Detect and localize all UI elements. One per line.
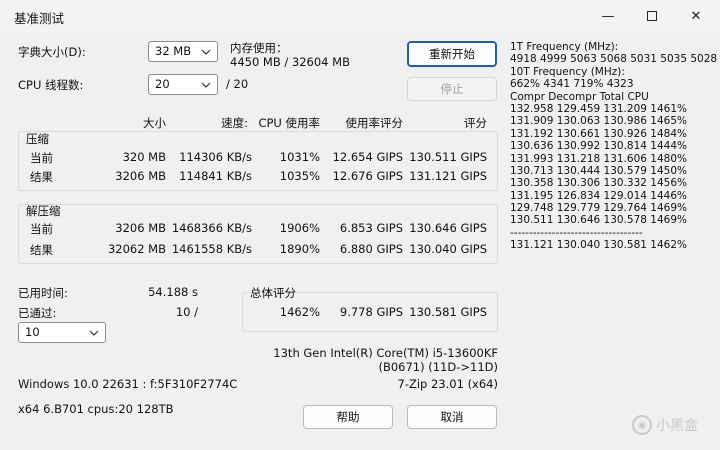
passed-value: 10 / bbox=[175, 305, 198, 319]
memory-usage-label: 内存使用： bbox=[230, 41, 288, 55]
threads-select[interactable]: 20 bbox=[148, 74, 218, 95]
header-speed: 速度: bbox=[221, 116, 248, 130]
row-label: 当前 bbox=[30, 222, 53, 236]
compress-title: 压缩 bbox=[26, 132, 49, 146]
watermark-text: 小黑盒 bbox=[656, 418, 698, 434]
log-line: ----------------------------------- bbox=[510, 226, 643, 239]
usage-value: 12.676 GIPS bbox=[332, 169, 403, 183]
maximize-icon bbox=[647, 11, 657, 21]
log-line: 132.958 129.459 131.209 1461% bbox=[510, 102, 687, 115]
log-line: 131.993 131.218 131.606 1480% bbox=[510, 152, 687, 165]
cpu-value: 1035% bbox=[279, 169, 320, 183]
close-icon: ✕ bbox=[690, 8, 702, 24]
speed-value: 114306 KB/s bbox=[179, 150, 252, 164]
log-line: 131.195 126.834 129.014 1446% bbox=[510, 189, 687, 202]
row-label: 结果 bbox=[30, 170, 53, 184]
header-rating: 评分 bbox=[464, 116, 487, 130]
log-line: Compr Decompr Total CPU bbox=[510, 90, 649, 103]
rating-value: 131.121 GIPS bbox=[409, 169, 487, 183]
frequency-log: 1T Frequency (MHz): 4918 4999 5063 5068 … bbox=[510, 41, 718, 252]
title-bar: 基准测试 — ✕ bbox=[0, 0, 720, 32]
cancel-button[interactable]: 取消 bbox=[407, 405, 497, 429]
log-line: 129.748 129.779 129.764 1469% bbox=[510, 202, 687, 215]
cpu-value: 1031% bbox=[279, 150, 320, 164]
size-value: 320 MB bbox=[122, 150, 166, 164]
cpu-value: 1906% bbox=[279, 221, 320, 235]
speed-value: 1468366 KB/s bbox=[171, 221, 252, 235]
log-line: 662% 4341 719% 4323 bbox=[510, 78, 634, 91]
chevron-down-icon bbox=[201, 82, 211, 88]
size-value: 32062 MB bbox=[107, 242, 166, 256]
total-rating-value: 130.581 GIPS bbox=[409, 305, 487, 319]
dict-size-value: 32 MB bbox=[155, 44, 192, 58]
decompress-title: 解压缩 bbox=[26, 204, 61, 218]
elapsed-label: 已用时间: bbox=[18, 286, 68, 300]
chevron-down-icon bbox=[201, 49, 211, 55]
passes-select[interactable]: 10 bbox=[18, 322, 106, 343]
row-label: 结果 bbox=[30, 243, 53, 257]
log-line: 4918 4999 5063 5068 5031 5035 5028 bbox=[510, 53, 718, 66]
chevron-down-icon bbox=[89, 330, 99, 336]
cpu-id: (B0671) (11D->11D) bbox=[378, 360, 498, 374]
header-size: 大小 bbox=[143, 116, 166, 130]
speed-value: 114841 KB/s bbox=[179, 169, 252, 183]
total-rating-title: 总体评分 bbox=[250, 286, 296, 300]
maximize-button[interactable] bbox=[630, 0, 674, 32]
header-cpu-usage: CPU 使用率 bbox=[258, 116, 320, 130]
cpu-value: 1890% bbox=[279, 242, 320, 256]
help-button[interactable]: 帮助 bbox=[303, 405, 393, 429]
cpu-name: 13th Gen Intel(R) Core(TM) i5-13600KF bbox=[273, 346, 498, 360]
row-label: 当前 bbox=[30, 151, 53, 165]
size-value: 3206 MB bbox=[115, 169, 166, 183]
log-line: 130.636 130.992 130.814 1444% bbox=[510, 140, 687, 153]
total-usage-value: 9.778 GIPS bbox=[339, 305, 403, 319]
os-info: Windows 10.0 22631 : f:5F310F2774C bbox=[18, 377, 238, 391]
usage-value: 6.853 GIPS bbox=[339, 221, 403, 235]
size-value: 3206 MB bbox=[115, 221, 166, 235]
version-info: 7-Zip 23.01 (x64) bbox=[397, 377, 499, 391]
threads-value: 20 bbox=[155, 77, 170, 91]
log-line: 131.909 130.063 130.986 1465% bbox=[510, 115, 687, 128]
elapsed-value: 54.188 s bbox=[148, 285, 198, 299]
rating-value: 130.646 GIPS bbox=[409, 221, 487, 235]
dict-size-label: 字典大小(D): bbox=[18, 45, 86, 59]
log-line: 1T Frequency (MHz): bbox=[510, 41, 619, 53]
threads-label: CPU 线程数: bbox=[18, 78, 84, 92]
watermark: ◉ 小黑盒 bbox=[632, 415, 698, 435]
window-title: 基准测试 bbox=[14, 11, 65, 26]
header-usage-rating: 使用率评分 bbox=[345, 116, 404, 130]
log-line: 130.358 130.306 130.332 1456% bbox=[510, 177, 687, 190]
log-line: 130.511 130.646 130.578 1469% bbox=[510, 214, 687, 227]
rating-value: 130.040 GIPS bbox=[409, 242, 487, 256]
stop-button[interactable]: 停止 bbox=[407, 77, 497, 101]
rating-value: 130.511 GIPS bbox=[409, 150, 487, 164]
passed-label: 已通过: bbox=[18, 306, 57, 320]
usage-value: 6.880 GIPS bbox=[339, 242, 403, 256]
minimize-button[interactable]: — bbox=[586, 0, 630, 32]
log-line: 10T Frequency (MHz): bbox=[510, 65, 625, 78]
watermark-logo-icon: ◉ bbox=[632, 415, 652, 435]
minimize-icon: — bbox=[601, 8, 615, 24]
close-button[interactable]: ✕ bbox=[674, 0, 718, 32]
arch-info: x64 6.B701 cpus:20 128TB bbox=[18, 402, 174, 416]
total-cpu-value: 1462% bbox=[279, 305, 320, 319]
threads-total: / 20 bbox=[226, 77, 249, 91]
usage-value: 12.654 GIPS bbox=[332, 150, 403, 164]
log-line: 130.713 130.444 130.579 1450% bbox=[510, 164, 687, 177]
log-line: 131.192 130.661 130.926 1484% bbox=[510, 127, 687, 140]
log-line: 131.121 130.040 130.581 1462% bbox=[510, 239, 687, 252]
memory-usage-value: 4450 MB / 32604 MB bbox=[230, 55, 350, 69]
restart-button[interactable]: 重新开始 bbox=[407, 41, 497, 67]
dict-size-select[interactable]: 32 MB bbox=[148, 41, 218, 62]
speed-value: 1461558 KB/s bbox=[171, 242, 252, 256]
passes-value: 10 bbox=[25, 325, 40, 339]
